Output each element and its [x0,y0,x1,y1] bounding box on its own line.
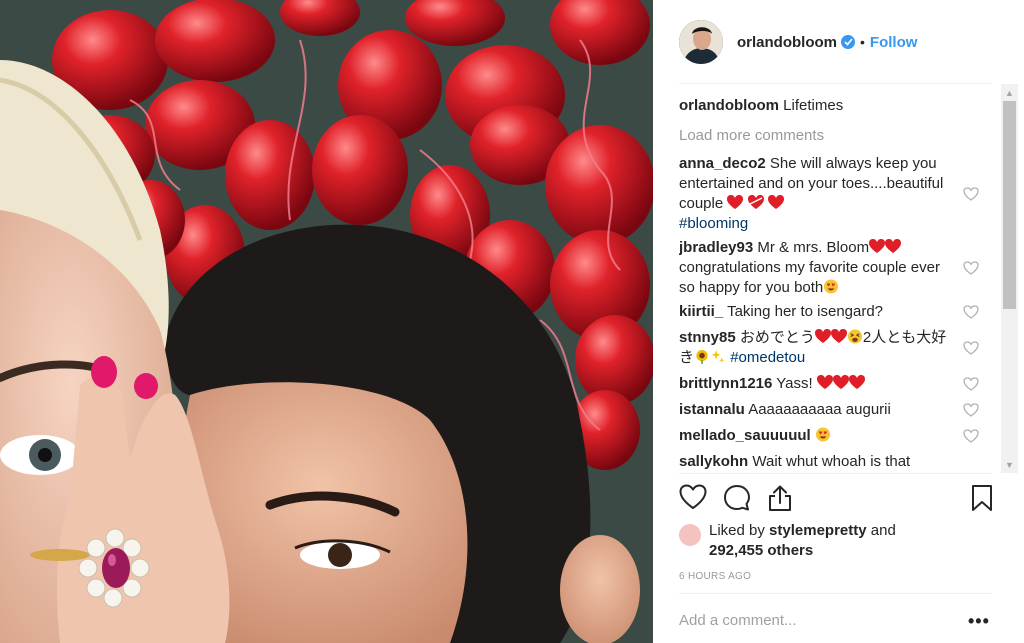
caption-text: Lifetimes [783,97,844,114]
comment-item: brittlynn1216 Yass! [679,374,997,394]
comment-item: stnny85 おめでとう 2人とも大好き #omedetou [679,328,997,368]
red-heart-icon [767,195,784,209]
comment-text: Mr & mrs. Bloom [757,239,870,256]
comment-username[interactable]: sallykohn [679,453,748,470]
comment-item: mellado_sauuuuul [679,426,997,446]
comment-like-heart-icon[interactable] [963,341,979,355]
comment-username[interactable]: stnny85 [679,329,736,346]
red-heart-icon [830,329,847,343]
comment-text: Aaaaaaaaaaa augurii [748,401,891,418]
add-comment-divider [679,593,992,594]
liker-username[interactable]: stylemepretty [769,522,867,539]
caption: orlandobloom Lifetimes [679,96,997,116]
comment-item: kiirtii_ Taking her to isengard? [679,302,997,322]
red-heart-icon [869,239,886,253]
squinting-face-icon [847,329,862,344]
comment-like-heart-icon[interactable] [963,305,979,319]
comment-like-heart-icon[interactable] [963,429,979,443]
comment-username[interactable]: istannalu [679,401,745,418]
comment-username[interactable]: kiirtii_ [679,303,723,320]
heart-ribbon-icon [747,195,764,209]
heart-outline-icon[interactable] [679,484,707,510]
header-divider [679,83,992,84]
comment-item: istannalu Aaaaaaaaaaa augurii [679,400,997,420]
likes-and: and [870,522,896,539]
add-comment-input[interactable]: Add a comment... [679,612,959,629]
red-heart-icon [832,375,849,389]
hashtag-link[interactable]: #omedetou [730,349,805,366]
photo-illustration [0,0,653,643]
hashtag-link[interactable]: #blooming [679,214,957,234]
red-heart-icon [727,195,744,209]
comment-text: Wait whut whoah is that [752,453,911,470]
scrollbar-thumb[interactable] [1003,101,1016,309]
comment-username[interactable]: anna_deco2 [679,155,766,172]
avatar[interactable] [679,20,723,64]
scroll-down-arrow-icon[interactable]: ▼ [1001,456,1018,473]
comment-like-heart-icon[interactable] [963,403,979,417]
post-photo[interactable] [0,0,653,643]
comment-item: sallykohn Wait whut whoah is that [679,452,997,472]
caption-username[interactable]: orlandobloom [679,97,779,114]
comments-scrollbar[interactable]: ▲ ▼ [1001,84,1018,473]
load-more-comments-button[interactable]: Load more comments [679,126,997,146]
post-timestamp[interactable]: 6 HOURS AGO [679,571,751,582]
follow-button[interactable]: Follow [870,34,918,51]
header-username[interactable]: orlandobloom [737,34,837,51]
comment-item: anna_deco2 She will always keep you ente… [679,154,997,234]
actions-divider [679,473,992,474]
comment-text: Yass! [776,375,813,392]
header-separator: • [860,34,865,50]
liker-avatar[interactable] [679,524,701,546]
likes-text: Liked by stylemepretty and 292,455 other… [709,521,989,561]
likes-count[interactable]: 292,455 others [709,542,813,559]
sparkles-icon [711,349,725,364]
post-actions [679,484,999,514]
comment-text: おめでとう [739,329,815,346]
comment-username[interactable]: jbradley93 [679,239,753,256]
comment-item: jbradley93 Mr & mrs. Bloom congratulatio… [679,238,997,298]
post-header: orlandobloom • Follow [653,0,1024,84]
scroll-up-arrow-icon[interactable]: ▲ [1001,84,1018,101]
heart-eyes-face-icon [824,279,839,294]
comment-text-continued: congratulations my favorite couple ever … [679,259,940,296]
heart-eyes-face-icon [815,427,830,442]
red-heart-icon [814,329,831,343]
red-heart-icon [816,375,833,389]
sunflower-icon [696,349,708,364]
speech-bubble-icon[interactable] [723,484,751,512]
red-heart-icon [885,239,902,253]
comment-like-heart-icon[interactable] [963,187,979,201]
bookmark-icon[interactable] [971,484,993,512]
comment-like-heart-icon[interactable] [963,377,979,391]
likes-prefix: Liked by [709,522,765,539]
comments-list[interactable]: orlandobloom Lifetimes Load more comment… [679,96,997,474]
verified-badge-icon [841,35,855,49]
comment-text: Taking her to isengard? [727,303,884,320]
red-heart-icon [848,375,865,389]
comment-username[interactable]: brittlynn1216 [679,375,772,392]
comment-like-heart-icon[interactable] [963,261,979,275]
more-options-button[interactable]: ••• [968,612,990,630]
share-upload-icon[interactable] [767,484,793,512]
comment-username[interactable]: mellado_sauuuuul [679,427,811,444]
